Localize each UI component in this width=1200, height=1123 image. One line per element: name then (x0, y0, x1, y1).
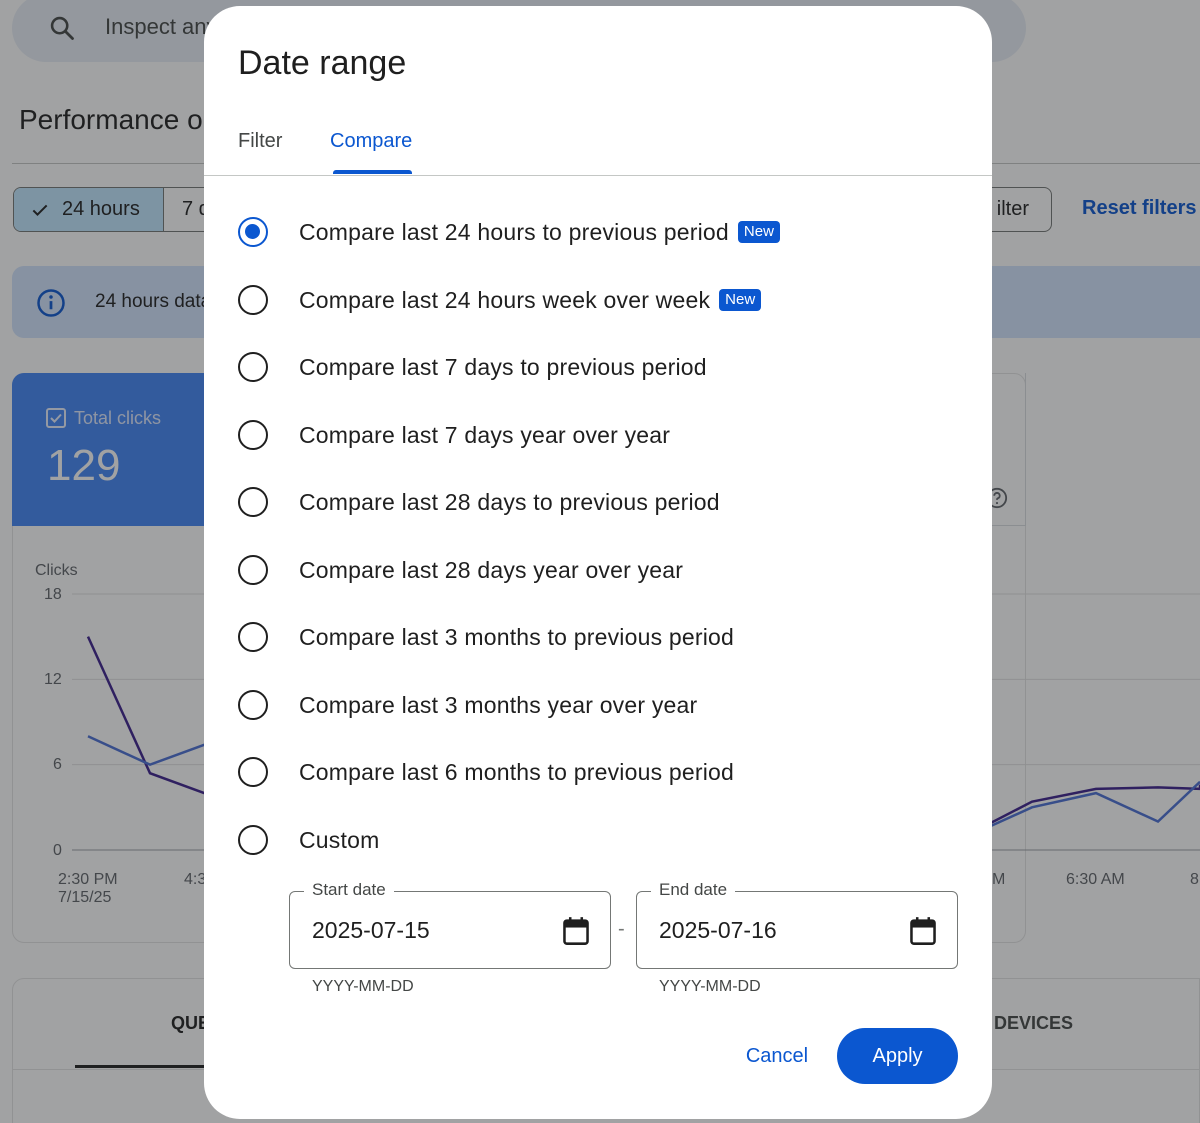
option-label: Compare last 24 hours to previous period (299, 218, 729, 245)
date-separator: - (618, 918, 625, 940)
new-badge: New (719, 289, 762, 311)
option-label: Compare last 28 days year over year (299, 556, 684, 583)
start-date-hint: YYYY-MM-DD (312, 978, 414, 995)
calendar-icon[interactable] (562, 916, 590, 946)
radio-button[interactable] (238, 420, 268, 450)
radio-button[interactable] (238, 487, 268, 517)
option-label: Compare last 7 days year over year (299, 421, 671, 448)
calendar-icon[interactable] (909, 916, 937, 946)
option-24h-week-over-week[interactable]: Compare last 24 hours week over week New (238, 280, 762, 320)
option-label: Compare last 3 months to previous period (299, 623, 734, 650)
radio-button[interactable] (238, 555, 268, 585)
option-3m-year-over-year[interactable]: Compare last 3 months year over year (238, 685, 697, 725)
option-label: Compare last 6 months to previous period (299, 758, 734, 785)
date-range-dialog: Date range Filter Compare Compare last 2… (204, 6, 992, 1119)
radio-button[interactable] (238, 825, 268, 855)
cancel-button[interactable]: Cancel (728, 1028, 826, 1084)
new-badge: New (737, 221, 780, 243)
option-custom[interactable]: Custom (238, 820, 379, 860)
radio-button[interactable] (238, 217, 268, 247)
start-date-input[interactable]: 2025-07-15 (312, 917, 430, 944)
apply-button[interactable]: Apply (837, 1028, 958, 1084)
option-6m-previous-period[interactable]: Compare last 6 months to previous period (238, 752, 734, 792)
dialog-title: Date range (238, 44, 407, 82)
option-28d-year-over-year[interactable]: Compare last 28 days year over year (238, 550, 683, 590)
radio-button[interactable] (238, 757, 268, 787)
option-label: Compare last 3 months year over year (299, 691, 698, 718)
option-24h-previous-period[interactable]: Compare last 24 hours to previous period… (238, 212, 780, 252)
end-date-label: End date (651, 880, 736, 900)
option-label: Compare last 28 days to previous period (299, 488, 720, 515)
end-date-hint: YYYY-MM-DD (659, 978, 761, 995)
end-date-input[interactable]: 2025-07-16 (659, 917, 777, 944)
tab-indicator (333, 170, 412, 174)
radio-button[interactable] (238, 622, 268, 652)
tab-filter[interactable]: Filter (238, 130, 282, 153)
end-date-field[interactable]: End date 2025-07-16 YYYY-MM-DD (636, 880, 958, 995)
option-7d-previous-period[interactable]: Compare last 7 days to previous period (238, 347, 707, 387)
option-label: Compare last 24 hours week over week (299, 286, 711, 313)
option-label: Custom (299, 826, 380, 853)
option-label: Compare last 7 days to previous period (299, 353, 707, 380)
start-date-label: Start date (304, 880, 394, 900)
radio-button[interactable] (238, 285, 268, 315)
option-7d-year-over-year[interactable]: Compare last 7 days year over year (238, 415, 670, 455)
tab-compare[interactable]: Compare (330, 130, 412, 153)
radio-button[interactable] (238, 352, 268, 382)
start-date-field[interactable]: Start date 2025-07-15 YYYY-MM-DD (289, 880, 611, 995)
radio-button[interactable] (238, 690, 268, 720)
divider (204, 175, 992, 176)
option-3m-previous-period[interactable]: Compare last 3 months to previous period (238, 617, 734, 657)
option-28d-previous-period[interactable]: Compare last 28 days to previous period (238, 482, 720, 522)
